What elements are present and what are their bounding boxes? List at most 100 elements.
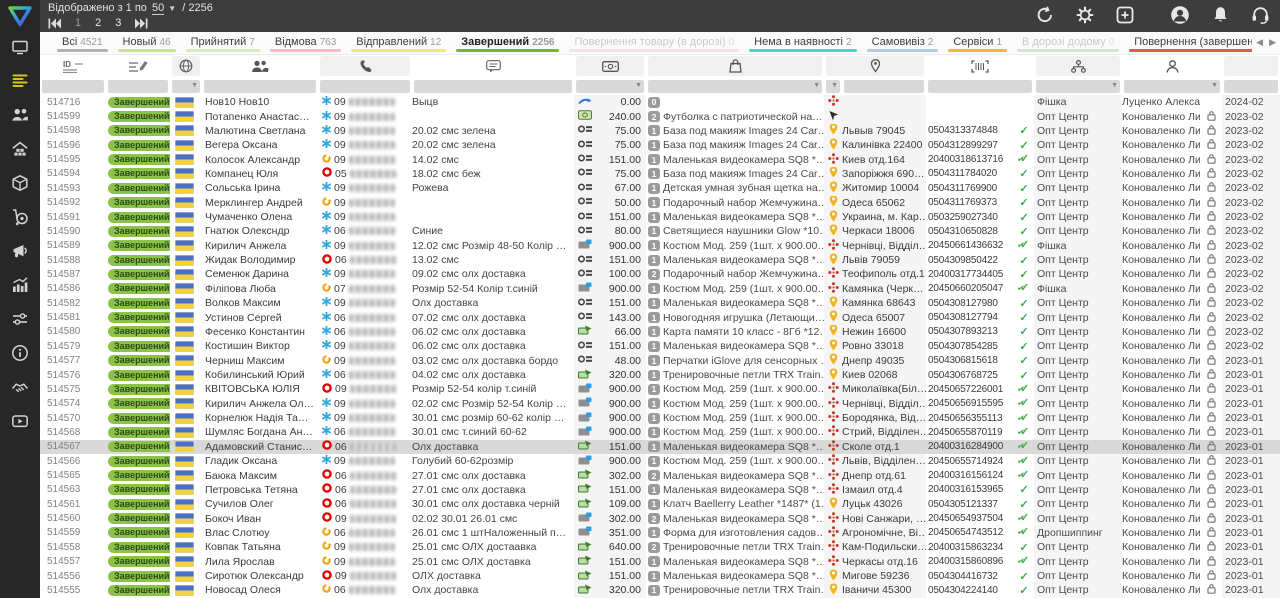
sidebar-item-marketing[interactable] [0, 236, 40, 270]
order-row-514558[interactable]: 514558ЗавершенийКовпак Татьяна0925.01 см… [40, 540, 1280, 554]
support-icon[interactable] [1251, 6, 1270, 24]
refresh-icon[interactable] [1036, 6, 1054, 24]
profile-icon[interactable] [1170, 5, 1190, 25]
order-row-514580[interactable]: 514580ЗавершенийФесенко Константин0606.0… [40, 325, 1280, 339]
column-filter-input-9[interactable] [844, 80, 924, 93]
tab-10[interactable]: В дорозі додому0 [1012, 32, 1124, 54]
column-header-money-icon[interactable] [576, 56, 644, 76]
tabs-scroll-left-icon[interactable]: ◀ [1256, 37, 1263, 48]
page-number-3[interactable]: 3 [115, 17, 121, 29]
order-row-514577[interactable]: 514577ЗавершенийЧерниш Максим0903.02 смс… [40, 353, 1280, 367]
order-row-514586[interactable]: 514586ЗавершенийФіліпова Люба07Розмір 52… [40, 282, 1280, 296]
order-row-514593[interactable]: 514593ЗавершенийСольська Ірина09Рожева67… [40, 181, 1280, 195]
column-header-barcode-icon[interactable] [928, 56, 1032, 76]
order-row-514590[interactable]: 514590ЗавершенийГнатюк Олексндр06Синие80… [40, 224, 1280, 238]
sidebar-item-warehouse[interactable] [0, 134, 40, 168]
sidebar-item-orders[interactable] [0, 66, 40, 100]
order-row-514589[interactable]: 514589ЗавершенийКирилич Анжела0912.02 см… [40, 239, 1280, 253]
tab-6[interactable]: Повернення товару (в дорозі)0 [564, 32, 744, 54]
column-header-bag-icon[interactable] [648, 56, 822, 76]
tab-2[interactable]: Прийнятий7 [181, 32, 265, 54]
tab-9[interactable]: Сервіси1 [943, 32, 1012, 54]
column-header-phone-icon[interactable] [320, 56, 410, 76]
page-number-1[interactable]: 1 [75, 17, 81, 29]
column-header-pin-icon[interactable] [826, 56, 924, 76]
settings-icon[interactable] [1076, 6, 1094, 24]
order-row-514566[interactable]: 514566ЗавершенийГладик Оксана09Голубий 6… [40, 454, 1280, 468]
column-header-id-icon[interactable]: ID [42, 56, 104, 76]
sidebar-item-settings[interactable] [0, 304, 40, 338]
order-row-514595[interactable]: 514595ЗавершенийКолосок Александр0914.02… [40, 152, 1280, 166]
order-row-514567[interactable]: 514567ЗавершенийАдамовский Станис…06Олх … [40, 440, 1280, 454]
order-row-514587[interactable]: 514587ЗавершенийСеменюк Дарина0909.02 см… [40, 267, 1280, 281]
tab-0[interactable]: Всі4521 [52, 32, 113, 54]
order-row-514581[interactable]: 514581ЗавершенийУстинов Сергей0607.02 см… [40, 310, 1280, 324]
column-filter-input-8[interactable]: ▼ [826, 80, 840, 93]
column-header-globe-icon[interactable] [172, 56, 200, 76]
tab-1[interactable]: Новый46 [113, 32, 181, 54]
sidebar-item-delivery[interactable] [0, 202, 40, 236]
tab-7[interactable]: Нема в наявності2 [744, 32, 861, 54]
tab-8[interactable]: Самовивіз2 [862, 32, 944, 54]
order-row-514574[interactable]: 514574ЗавершенийКирилич Анжела Ол…0902.0… [40, 397, 1280, 411]
sidebar-item-products[interactable] [0, 168, 40, 202]
order-row-514557[interactable]: 514557ЗавершенийЛила Ярослав0925.01 смс … [40, 555, 1280, 569]
page-number-2[interactable]: 2 [95, 17, 101, 29]
order-row-514559[interactable]: 514559ЗавершенийВлас Слотюу0626.01 смс 1… [40, 526, 1280, 540]
sidebar-item-customers[interactable] [0, 100, 40, 134]
order-row-514568[interactable]: 514568ЗавершенийШумляс Богдана Ан…0630.0… [40, 425, 1280, 439]
order-row-514570[interactable]: 514570ЗавершенийКорнелюк Надія Та…0930.0… [40, 411, 1280, 425]
column-filter-input-12[interactable]: ▼ [1124, 80, 1220, 93]
order-row-514556[interactable]: 514556ЗавершенийСиротюк Олександр09ОЛХ д… [40, 569, 1280, 583]
column-filter-input-13[interactable] [1224, 80, 1278, 93]
tab-3[interactable]: Відмова763 [265, 32, 346, 54]
order-row-514716[interactable]: 514716ЗавершенийНов10 Нов1009Выцв0.000Фі… [40, 95, 1280, 109]
column-filter-input-11[interactable]: ▼ [1036, 80, 1120, 93]
column-header-person-icon[interactable] [1124, 56, 1220, 76]
column-filter-input-5[interactable] [414, 80, 572, 93]
column-filter-input-10[interactable] [928, 80, 1032, 93]
column-header-users-icon[interactable] [204, 56, 316, 76]
order-row-514555[interactable]: 514555ЗавершенийНовосад Олеся06Олх доста… [40, 583, 1280, 597]
column-filter-input-1[interactable] [108, 80, 168, 93]
order-row-514575[interactable]: 514575ЗавершенийКВІТОВСЬКА ЮЛІЯ09Розмір … [40, 382, 1280, 396]
column-filter-input-6[interactable]: ▼ [576, 80, 644, 93]
tab-4[interactable]: Відправлений12 [346, 32, 451, 54]
order-row-514560[interactable]: 514560ЗавершенийБокоч Иван0902.02 30.01 … [40, 511, 1280, 525]
order-row-514596[interactable]: 514596ЗавершенийВегера Оксана0920.02 смс… [40, 138, 1280, 152]
tab-11[interactable]: Повернення (завершений)125 [1124, 32, 1252, 54]
column-header-comment-icon[interactable] [414, 56, 572, 76]
tabs-scroll-right-icon[interactable]: ▶ [1269, 37, 1276, 48]
column-header-blank[interactable] [1224, 56, 1278, 76]
sidebar-item-dashboard[interactable] [0, 32, 40, 66]
order-row-514582[interactable]: 514582ЗавершенийВолков Максим09Олх доста… [40, 296, 1280, 310]
order-row-514598[interactable]: 514598ЗавершенийМалютина Светлана0920.02… [40, 124, 1280, 138]
app-logo-icon[interactable] [0, 0, 40, 32]
order-row-514592[interactable]: 514592ЗавершенийМерклингер Андрей0950.00… [40, 196, 1280, 210]
order-row-514588[interactable]: 514588ЗавершенийЖидак Володимир0613.02 с… [40, 253, 1280, 267]
order-row-514561[interactable]: 514561ЗавершенийСучилов Олег0630.01 смс … [40, 497, 1280, 511]
order-row-514576[interactable]: 514576ЗавершенийКобилинський Юрий0604.02… [40, 368, 1280, 382]
tab-5[interactable]: Завершений2256 [451, 32, 564, 54]
last-page-icon[interactable] [135, 18, 148, 29]
column-filter-input-0[interactable] [42, 80, 104, 93]
order-row-514563[interactable]: 514563ЗавершенийПетровська Тетяна0627.01… [40, 483, 1280, 497]
order-row-514591[interactable]: 514591ЗавершенийЧумаченко Олена09151.001… [40, 210, 1280, 224]
first-page-icon[interactable] [48, 18, 61, 29]
column-filter-input-3[interactable] [204, 80, 316, 93]
column-header-edit-icon[interactable] [108, 56, 168, 76]
column-header-tree-icon[interactable] [1036, 56, 1120, 76]
add-icon[interactable] [1116, 6, 1134, 24]
sidebar-item-statistics[interactable] [0, 270, 40, 304]
column-filter-input-2[interactable]: ▼ [172, 80, 200, 93]
per-page-select[interactable]: 50 [152, 2, 164, 15]
sidebar-item-info[interactable] [0, 338, 40, 372]
order-row-514579[interactable]: 514579ЗавершенийКостишин Виктор0906.02 с… [40, 339, 1280, 353]
column-filter-input-7[interactable]: ▼ [648, 80, 822, 93]
order-row-514594[interactable]: 514594ЗавершенийКомпанец Юля0518.02 смс … [40, 167, 1280, 181]
order-row-514599[interactable]: 514599ЗавершенийПотапенко Анастас…09240.… [40, 109, 1280, 123]
sidebar-item-partners[interactable] [0, 372, 40, 406]
order-row-514565[interactable]: 514565ЗавершенийБаюка Максим0627.01 смс … [40, 468, 1280, 482]
notifications-icon[interactable] [1212, 6, 1229, 24]
sidebar-item-tutorials[interactable] [0, 406, 40, 440]
